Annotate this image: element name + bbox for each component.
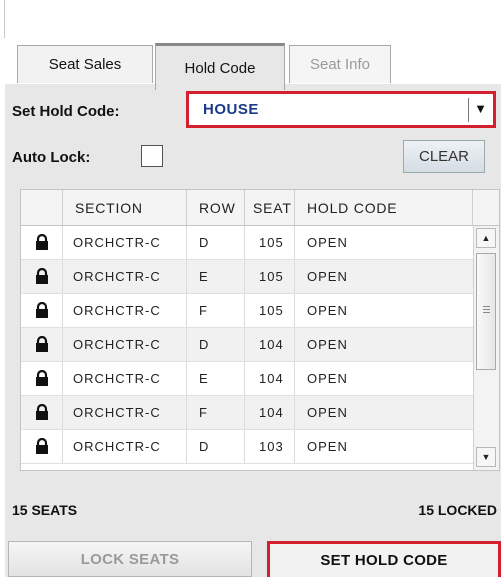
scroll-thumb[interactable] — [476, 253, 496, 370]
cell-section: ORCHCTR-C — [63, 294, 187, 327]
cell-section: ORCHCTR-C — [63, 362, 187, 395]
padlock-icon — [21, 362, 63, 395]
hold-code-value: HOUSE — [203, 101, 259, 118]
padlock-icon — [21, 396, 63, 429]
cell-row: D — [187, 328, 245, 361]
tab-label: Seat Info — [309, 56, 371, 73]
cell-seat: 104 — [245, 328, 295, 361]
triangle-down-icon[interactable]: ▼ — [474, 101, 487, 116]
tab-label: Seat Sales — [48, 56, 122, 73]
table-row[interactable]: ORCHCTR-C E 104 OPEN — [21, 362, 473, 396]
cell-seat: 105 — [245, 226, 295, 259]
table-row[interactable]: ORCHCTR-C E 105 OPEN — [21, 260, 473, 294]
cell-section: ORCHCTR-C — [63, 396, 187, 429]
scroll-down-button[interactable]: ▼ — [476, 447, 496, 467]
cell-hold-code: OPEN — [307, 371, 348, 386]
tab-seat-sales[interactable]: Seat Sales — [17, 45, 153, 83]
grip-line — [483, 309, 490, 310]
cell-hold-code: OPEN — [307, 337, 348, 352]
cell-row: F — [187, 396, 245, 429]
cell-seat: 105 — [245, 294, 295, 327]
cell-seat: 103 — [245, 430, 295, 463]
dropdown-separator — [468, 98, 469, 122]
cell-seat: 104 — [245, 396, 295, 429]
lock-column-header — [21, 190, 63, 225]
column-header-hold-code[interactable]: HOLD CODE — [295, 190, 473, 225]
cell-seat: 104 — [245, 362, 295, 395]
cell-hold-code: OPEN — [307, 439, 348, 454]
auto-lock-checkbox[interactable] — [141, 145, 163, 167]
cell-hold-code: OPEN — [307, 235, 348, 250]
auto-lock-label: Auto Lock: — [12, 149, 91, 166]
table-row[interactable]: ORCHCTR-C D 105 OPEN — [21, 226, 473, 260]
cell-row: D — [187, 226, 245, 259]
lock-seats-button[interactable]: LOCK SEATS — [8, 541, 252, 577]
cell-section: ORCHCTR-C — [63, 328, 187, 361]
padlock-icon — [21, 226, 63, 259]
scroll-column-header — [473, 190, 499, 225]
padlock-icon — [21, 328, 63, 361]
cell-hold-code: OPEN — [307, 303, 348, 318]
cell-hold-code: OPEN — [307, 405, 348, 420]
table-row[interactable]: ORCHCTR-C F 104 OPEN — [21, 396, 473, 430]
tab-hold-code[interactable]: Hold Code — [155, 43, 285, 90]
tab-seat-info[interactable]: Seat Info — [289, 45, 391, 83]
seat-count: 15 SEATS — [12, 502, 78, 518]
locked-count: 15 LOCKED — [418, 502, 497, 518]
cell-row: D — [187, 430, 245, 463]
set-hold-code-label: Set Hold Code: — [12, 103, 120, 120]
cell-hold-code: OPEN — [307, 269, 348, 284]
grip-line — [483, 306, 490, 307]
set-hold-code-button[interactable]: SET HOLD CODE — [267, 541, 501, 577]
cell-section: ORCHCTR-C — [63, 226, 187, 259]
clear-button[interactable]: CLEAR — [403, 140, 485, 173]
padlock-icon — [21, 260, 63, 293]
padlock-icon — [21, 294, 63, 327]
cell-row: F — [187, 294, 245, 327]
table-header: SECTION ROW SEAT HOLD CODE — [20, 189, 500, 226]
column-header-row[interactable]: ROW — [187, 190, 245, 225]
top-divider — [4, 0, 5, 38]
cell-seat: 105 — [245, 260, 295, 293]
column-header-section[interactable]: SECTION — [63, 190, 187, 225]
vertical-scrollbar[interactable]: ▲ ▼ — [473, 226, 499, 470]
cell-section: ORCHCTR-C — [63, 430, 187, 463]
tab-label: Hold Code — [184, 59, 256, 77]
cell-section: ORCHCTR-C — [63, 260, 187, 293]
table-row[interactable]: ORCHCTR-C D 104 OPEN — [21, 328, 473, 362]
grip-line — [483, 312, 490, 313]
scroll-up-button[interactable]: ▲ — [476, 228, 496, 248]
cell-row: E — [187, 362, 245, 395]
cell-row: E — [187, 260, 245, 293]
padlock-icon — [21, 430, 63, 463]
table-row[interactable]: ORCHCTR-C D 103 OPEN — [21, 430, 473, 464]
column-header-seat[interactable]: SEAT — [245, 190, 295, 225]
hold-code-dropdown[interactable]: HOUSE ▼ — [186, 91, 496, 128]
table-row[interactable]: ORCHCTR-C F 105 OPEN — [21, 294, 473, 328]
